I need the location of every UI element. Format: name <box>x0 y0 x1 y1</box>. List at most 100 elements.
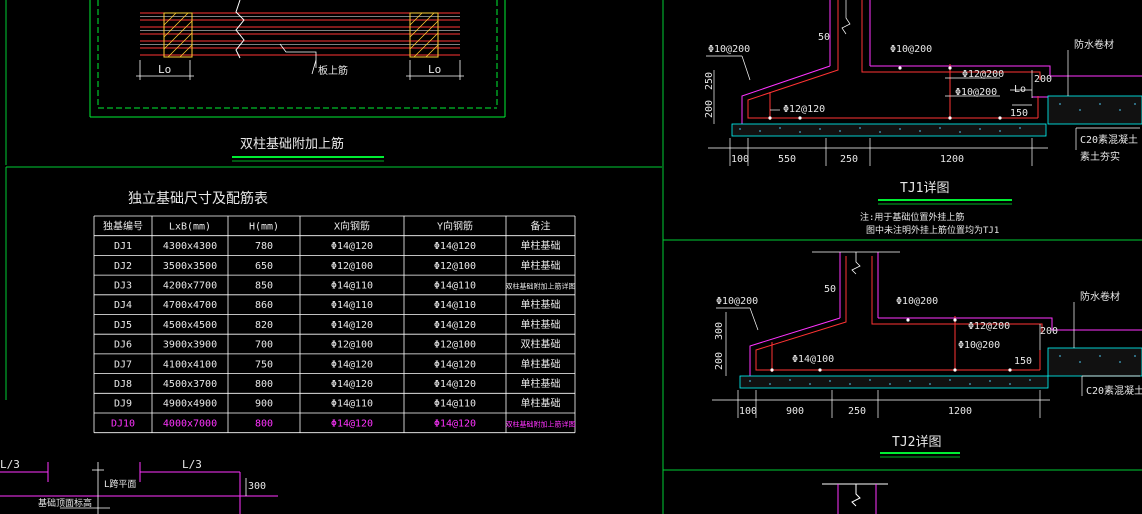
table-cell: 单柱基础 <box>521 318 561 331</box>
table-header-cell: 独基编号 <box>103 219 143 232</box>
table-cell: Φ14@110 <box>434 280 476 291</box>
table-cell: DJ3 <box>114 280 132 291</box>
lo-left-label: Lo <box>158 63 171 76</box>
tj2-right-bar1-label: Φ12@200 <box>968 321 1010 332</box>
table-cell: Φ14@120 <box>434 359 476 370</box>
table-header-cell: X向钢筋 <box>334 219 370 232</box>
tj1-dim-200v: 200 <box>704 100 715 118</box>
tj2-d150-label: 150 <box>1014 356 1032 367</box>
tj1-right-bar2-label: Φ10@200 <box>955 87 997 98</box>
table-cell: 4000x7000 <box>163 418 217 429</box>
table-cell: Φ14@120 <box>331 359 373 370</box>
table-cell: 单柱基础 <box>521 397 561 410</box>
table-cell: Φ14@110 <box>434 399 476 410</box>
tj1-right-bar1-label: Φ12@200 <box>962 69 1004 80</box>
table-cell: 900 <box>255 399 273 410</box>
tj2-slope-bar-label: Φ14@100 <box>792 354 834 365</box>
tj2-section: Φ10@200 Φ10@200 Φ14@100 Φ12@200 Φ10@200 … <box>712 251 1142 514</box>
table-cell: Φ14@120 <box>434 320 476 331</box>
elev-note: 基础顶面标高 <box>38 497 92 509</box>
tj1-note2: 图中未注明外挂上筋位置均为TJ1 <box>866 224 999 236</box>
table-cell: 4900x4900 <box>163 399 217 410</box>
table-cell: 4200x7700 <box>163 280 217 291</box>
tj2-top-bar-label: Φ10@200 <box>896 296 938 307</box>
tj1-side-bar-label: Φ10@200 <box>708 44 750 55</box>
table-cell: Φ14@120 <box>434 379 476 390</box>
table-cell: 4700x4700 <box>163 300 217 311</box>
table-cell: Φ12@100 <box>434 261 476 272</box>
tj2-caption: TJ2详图 <box>892 435 941 450</box>
table-cell: 780 <box>255 241 273 252</box>
tj1-concrete-bed <box>731 95 1142 137</box>
table-cell: 4500x4500 <box>163 320 217 331</box>
tj2-side-bar-label: Φ10@200 <box>716 296 758 307</box>
table-cell: 4500x3700 <box>163 379 217 390</box>
table-header-cell: LxB(mm) <box>169 221 211 232</box>
tj2-concrete-label: C20素混凝土 <box>1086 384 1142 397</box>
table-cell: Φ14@120 <box>434 241 476 252</box>
table-cell: DJ10 <box>111 418 135 429</box>
table-cell: Φ14@120 <box>331 418 373 429</box>
double-column-caption: 双柱基础附加上筋 <box>240 136 344 152</box>
table-cell: 4300x4300 <box>163 241 217 252</box>
table-cell: Φ14@110 <box>331 399 373 410</box>
tj1-dim-0: 100 <box>731 154 749 165</box>
rebar-note: 板上筋 <box>318 64 348 77</box>
table-header-cell: H(mm) <box>249 221 279 232</box>
table-cell: 单柱基础 <box>521 377 561 390</box>
tj2-right-bar2-label: Φ10@200 <box>958 340 1000 351</box>
table-cell: DJ6 <box>114 340 132 351</box>
table-cell: 双柱基础 <box>521 338 561 351</box>
table-cell: Φ14@120 <box>434 418 476 429</box>
table-cell: 750 <box>255 359 273 370</box>
table-cell: DJ9 <box>114 399 132 410</box>
table-cell: Φ12@100 <box>331 261 373 272</box>
tj1-dim-2: 250 <box>840 154 858 165</box>
tj2-dim-3: 1200 <box>948 406 972 417</box>
tj1-section: Φ10@200 Φ10@200 Φ12@120 Φ12@200 Φ10@200 … <box>704 0 1142 236</box>
table-cell: DJ1 <box>114 241 132 252</box>
beam-note: L跨平面 <box>104 479 136 490</box>
table-cell: Φ14@120 <box>331 241 373 252</box>
table-cell: DJ5 <box>114 320 132 331</box>
tj1-soil-label: 素土夯实 <box>1080 150 1120 163</box>
tj1-d200-label: 200 <box>1034 74 1052 85</box>
table-cell: 700 <box>255 340 273 351</box>
tj1-slope-bar-label: Φ12@120 <box>783 104 825 115</box>
l3-right-label: L/3 <box>182 458 202 471</box>
tj1-lo-label: Lo <box>1014 84 1026 95</box>
tj2-dimensions: 100 900 250 1200 <box>739 406 972 417</box>
tj1-waterproof-label: 防水卷材 <box>1074 38 1114 51</box>
tj1-dim-250v: 250 <box>704 72 715 90</box>
lo-right-label: Lo <box>428 63 441 76</box>
table-header-cell: 备注 <box>531 219 551 232</box>
tj1-dim-3: 1200 <box>940 154 964 165</box>
table-cell: 860 <box>255 300 273 311</box>
table-cell: 单柱基础 <box>521 298 561 311</box>
table-cell: 单柱基础 <box>521 259 561 272</box>
table-cell: Φ14@120 <box>331 379 373 390</box>
table-cell: 850 <box>255 280 273 291</box>
tj2-dim-1: 900 <box>786 406 804 417</box>
tj1-concrete-label: C20素混凝土 <box>1080 133 1138 146</box>
table-cell: Φ12@100 <box>434 340 476 351</box>
table-cell: Φ14@110 <box>434 300 476 311</box>
table-cell: DJ7 <box>114 359 132 370</box>
tj2-dim-2: 250 <box>848 406 866 417</box>
double-column-detail: Lo Lo 板上筋 双柱基础附加上筋 <box>89 0 506 162</box>
tj1-dimensions: 100 550 250 1200 <box>731 154 964 165</box>
table-cell: 双柱基础附加上筋详图 <box>506 419 576 428</box>
tj1-note1: 注:用于基础位置外挂上筋 <box>860 211 964 223</box>
l3-left-label: L/3 <box>0 458 20 471</box>
tj1-caption: TJ1详图 <box>900 181 949 196</box>
table-cells: 独基编号 LxB(mm) H(mm) X向钢筋 Y向钢筋 备注 DJ1 4300x4300 78… <box>103 219 576 429</box>
table-cell: 单柱基础 <box>521 239 561 252</box>
table-cell: 800 <box>255 418 273 429</box>
table-cell: 单柱基础 <box>521 357 561 370</box>
tj2-dim-200v: 200 <box>714 352 725 370</box>
table-cell: 双柱基础附加上筋详图 <box>506 281 576 290</box>
table-cell: DJ4 <box>114 300 132 311</box>
table-header-cell: Y向钢筋 <box>437 219 473 232</box>
table-title: 独立基础尺寸及配筋表 <box>128 190 268 207</box>
table-cell: 650 <box>255 261 273 272</box>
